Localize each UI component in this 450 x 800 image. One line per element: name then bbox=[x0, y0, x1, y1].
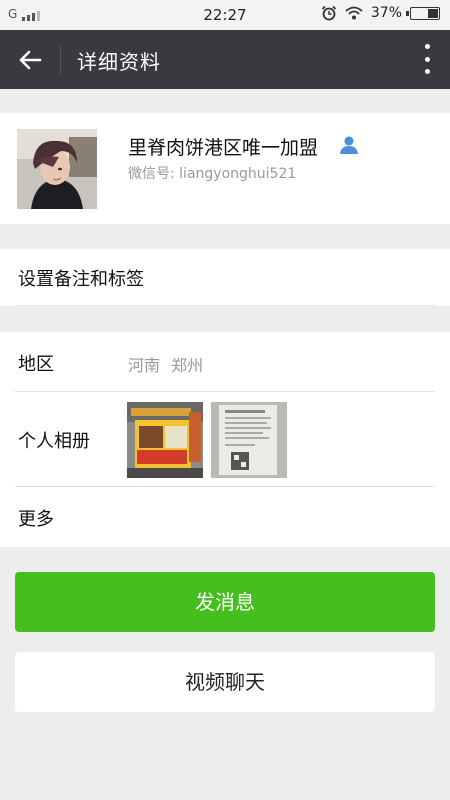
page-title: 详细资料 bbox=[77, 50, 161, 74]
status-icons: 37% bbox=[321, 5, 440, 21]
remark-tags-label: 设置备注和标签 bbox=[18, 269, 144, 290]
album-label: 个人相册 bbox=[18, 431, 90, 452]
title-bar: 详细资料 bbox=[0, 30, 450, 89]
person-icon bbox=[340, 136, 358, 154]
battery-percent: 37% bbox=[370, 5, 402, 21]
album-thumbnail[interactable] bbox=[211, 402, 287, 478]
alarm-icon bbox=[321, 5, 337, 21]
details-group: 地区 河南 郑州 个人相册 更多 bbox=[0, 332, 450, 547]
more-label: 更多 bbox=[18, 509, 54, 530]
back-button[interactable] bbox=[10, 42, 50, 78]
status-bar: G 22:27 37% bbox=[0, 0, 450, 30]
wechat-id: 微信号: liangyonghui521 bbox=[128, 166, 297, 182]
avatar[interactable] bbox=[17, 129, 97, 209]
album-thumbnail[interactable] bbox=[127, 402, 203, 478]
send-message-button[interactable]: 发消息 bbox=[15, 572, 435, 632]
profile-card[interactable]: 里脊肉饼港区唯一加盟 微信号: liangyonghui521 bbox=[0, 113, 450, 224]
battery-icon bbox=[406, 6, 440, 20]
more-vertical-icon[interactable] bbox=[422, 44, 432, 74]
album-row[interactable]: 个人相册 bbox=[0, 392, 450, 486]
profile-name: 里脊肉饼港区唯一加盟 bbox=[128, 137, 319, 159]
wifi-icon bbox=[345, 6, 363, 20]
title-divider bbox=[60, 46, 61, 74]
region-value: 河南 郑州 bbox=[128, 356, 204, 375]
region-row: 地区 河南 郑州 bbox=[0, 332, 450, 391]
divider bbox=[15, 305, 435, 306]
region-label: 地区 bbox=[18, 354, 54, 375]
remark-tags-row[interactable]: 设置备注和标签 bbox=[0, 249, 450, 306]
more-row[interactable]: 更多 bbox=[0, 487, 450, 547]
arrow-left-icon bbox=[19, 50, 42, 70]
video-chat-button[interactable]: 视频聊天 bbox=[15, 652, 435, 712]
